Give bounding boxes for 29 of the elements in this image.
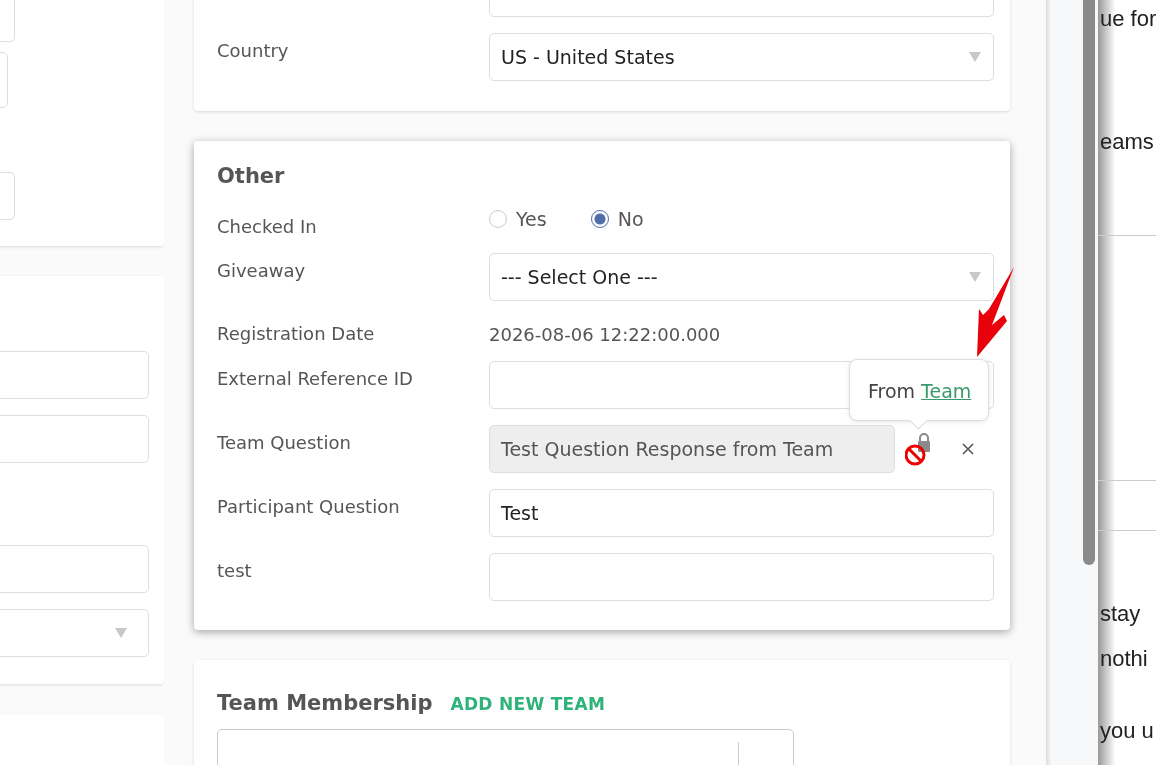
- radio-button[interactable]: [590, 210, 609, 228]
- radio-label[interactable]: Yes: [516, 208, 547, 230]
- dropdown-caret-icon: [114, 627, 128, 639]
- text-line: eams: [1100, 129, 1155, 155]
- section-title: Team Membership: [217, 691, 433, 715]
- select-field[interactable]: US - United States: [489, 33, 994, 81]
- field-label: Registration Date: [217, 323, 375, 344]
- select-field[interactable]: --- Select One ---: [489, 253, 994, 301]
- dropdown-caret-icon: [968, 271, 982, 283]
- field-label: Participant Question: [217, 496, 400, 517]
- input-field[interactable]: Test: [489, 489, 994, 537]
- field-label: External Reference ID: [217, 368, 413, 389]
- close-icon[interactable]: [961, 442, 975, 456]
- text-line: nothi: [1100, 646, 1149, 672]
- field-label: Team Question: [217, 432, 351, 453]
- text-line: you u: [1100, 718, 1155, 744]
- dropdown-caret-icon: [968, 51, 982, 63]
- section-title: Other: [217, 164, 286, 188]
- field-value: 2026-08-06 12:22:00.000: [489, 323, 721, 345]
- radio-label[interactable]: No: [617, 208, 644, 230]
- scrollbar-thumb[interactable]: [1083, 0, 1095, 565]
- tooltip-text: From: [868, 380, 916, 402]
- field-label: Giveaway: [217, 260, 306, 281]
- field-label: Country: [217, 40, 289, 61]
- field-label: test: [217, 560, 252, 581]
- input-field[interactable]: [489, 553, 994, 601]
- text-line: stay: [1100, 601, 1142, 627]
- field-label: Checked In: [217, 216, 317, 237]
- text-line: ue for: [1100, 6, 1156, 32]
